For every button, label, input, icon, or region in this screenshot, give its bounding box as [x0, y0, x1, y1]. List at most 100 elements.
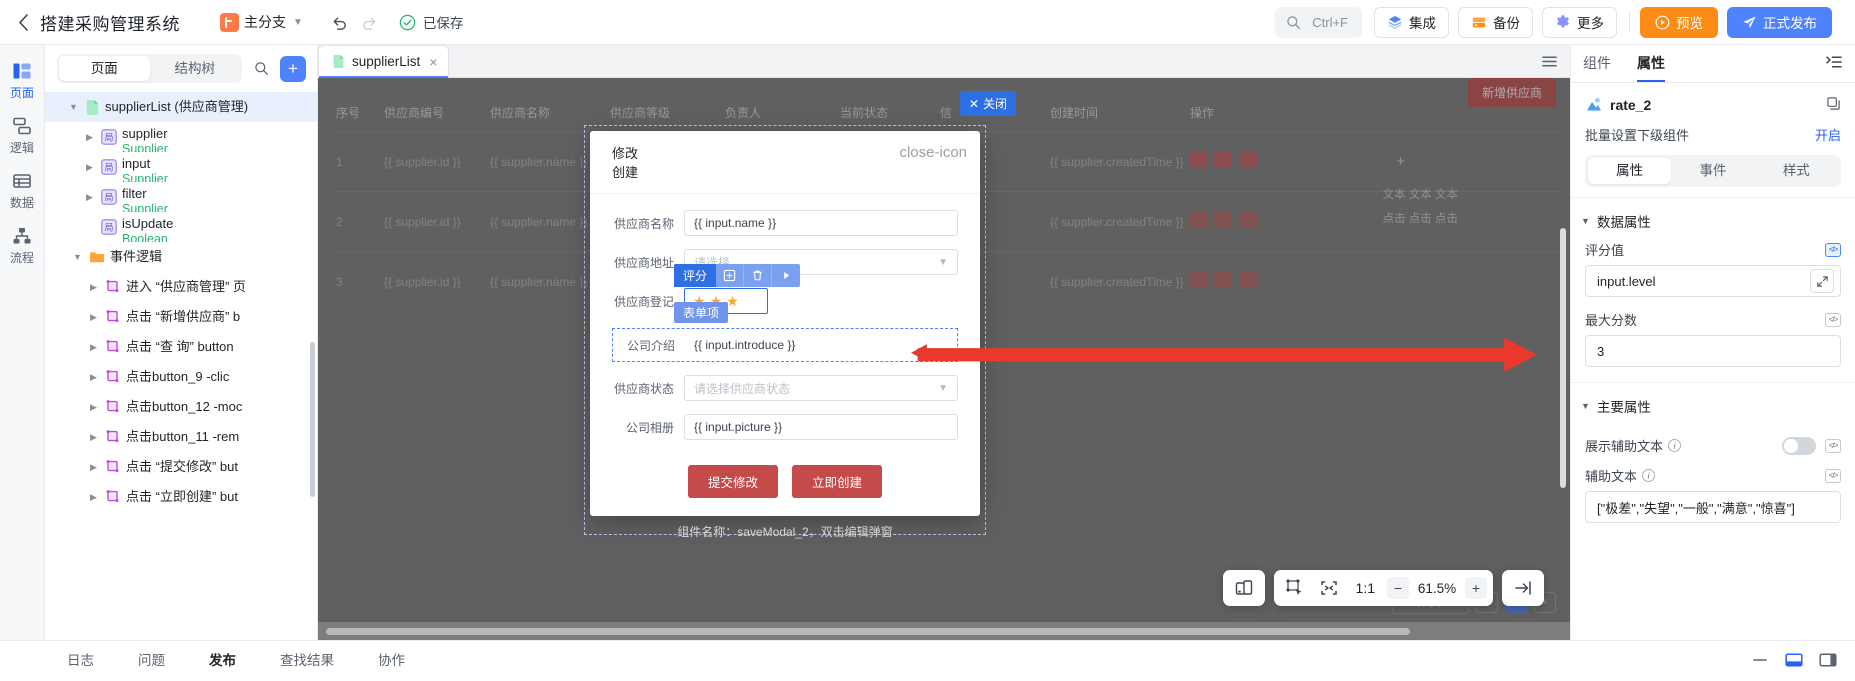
pointer-select-icon[interactable]: [1280, 573, 1310, 603]
more-button[interactable]: 更多: [1542, 6, 1617, 38]
tree-scrollbar[interactable]: [310, 342, 315, 497]
twisty-right-icon[interactable]: ▶: [87, 392, 100, 422]
tree-node-event-3[interactable]: ▶ 点击 “查 询” button: [45, 332, 317, 362]
twisty-right-icon[interactable]: ▶: [87, 482, 100, 512]
twisty-right-icon[interactable]: ▶: [87, 452, 100, 482]
submit-modify-button[interactable]: 提交修改: [687, 465, 778, 498]
rail-item-flow[interactable]: 流程: [0, 219, 45, 272]
tab-structure-tree[interactable]: 结构树: [150, 56, 241, 81]
fit-screen-icon[interactable]: [1314, 573, 1344, 603]
twisty-down-icon[interactable]: ▼: [67, 92, 80, 122]
integration-button[interactable]: 集成: [1374, 6, 1449, 38]
tree-node-event-8[interactable]: ▶ 点击 “立即创建” but: [45, 482, 317, 512]
copy-icon[interactable]: [716, 264, 745, 287]
minimize-icon[interactable]: [1751, 653, 1769, 670]
tree-node-event-1[interactable]: ▶ 进入 “供应商管理” 页: [45, 272, 317, 302]
add-page-button[interactable]: +: [280, 55, 306, 82]
bottom-tab-search-results[interactable]: 查找结果: [258, 641, 356, 681]
tree-node-input[interactable]: ▶ 局 input Supplier: [45, 152, 317, 182]
backup-button[interactable]: 备份: [1458, 6, 1533, 38]
company-album-input[interactable]: {{ input.picture }}: [684, 414, 958, 440]
preview-button[interactable]: 预览: [1640, 6, 1718, 38]
twisty-down-icon[interactable]: ▼: [71, 242, 84, 272]
twisty-right-icon[interactable]: ▶: [83, 122, 96, 152]
collapse-panel-icon[interactable]: [1825, 54, 1843, 73]
play-icon[interactable]: [772, 265, 800, 287]
subtab-events[interactable]: 事件: [1671, 158, 1754, 184]
rail-item-data[interactable]: 数据: [0, 164, 45, 217]
close-icon[interactable]: ×: [429, 54, 437, 70]
zoom-one-to-one-button[interactable]: 1:1: [1348, 580, 1383, 596]
twisty-right-icon[interactable]: ▶: [87, 362, 100, 392]
collapse-right-icon[interactable]: [1508, 573, 1538, 603]
modal-close-icon[interactable]: close-icon: [899, 144, 967, 161]
undo-button[interactable]: [325, 7, 355, 37]
max-score-input[interactable]: 3: [1585, 335, 1841, 367]
design-canvas[interactable]: 新增供应商 序号 供应商编号 供应商名称 供应商等级 负责人 当前状态 信 创建…: [318, 78, 1570, 640]
canvas-menu-button[interactable]: [1541, 53, 1570, 77]
info-icon[interactable]: i: [1668, 439, 1682, 452]
back-button[interactable]: [10, 9, 36, 35]
info-icon[interactable]: i: [1642, 469, 1656, 482]
publish-button[interactable]: 正式发布: [1727, 6, 1832, 38]
create-now-button[interactable]: 立即创建: [792, 465, 883, 498]
subtab-properties[interactable]: 属性: [1588, 158, 1672, 184]
supplier-name-input[interactable]: {{ input.name }}: [684, 210, 958, 236]
tree-node-event-4[interactable]: ▶ 点击button_9 -clic: [45, 362, 317, 392]
tree-node-event-6[interactable]: ▶ 点击button_11 -rem: [45, 422, 317, 452]
rate-value-input[interactable]: input.level: [1585, 265, 1841, 297]
code-toggle-icon[interactable]: </>: [1825, 438, 1841, 453]
trash-icon[interactable]: [744, 264, 773, 287]
tab-properties[interactable]: 属性: [1637, 45, 1665, 82]
company-intro-input[interactable]: {{ input.introduce }}: [685, 332, 957, 358]
code-toggle-icon[interactable]: </>: [1825, 312, 1841, 327]
tree-node-supplierlist[interactable]: ▼ supplierList (供应商管理): [45, 92, 317, 122]
section-main-properties[interactable]: ▼ 主要属性: [1571, 383, 1855, 425]
code-toggle-icon[interactable]: </>: [1825, 468, 1841, 483]
supplier-status-select[interactable]: 请选择供应商状态 ▼: [684, 375, 958, 401]
tree-search-button[interactable]: [248, 56, 274, 82]
tab-pages[interactable]: 页面: [59, 56, 150, 81]
device-preview-button[interactable]: [1222, 570, 1265, 606]
twisty-right-icon[interactable]: ▶: [87, 422, 100, 452]
rail-item-logic[interactable]: 逻辑: [0, 109, 45, 162]
canvas-vertical-scrollbar[interactable]: [1560, 228, 1566, 488]
twisty-right-icon[interactable]: ▶: [83, 182, 96, 212]
copy-icon[interactable]: [1826, 96, 1841, 114]
bottom-tab-issues[interactable]: 问题: [116, 641, 187, 681]
tree-node-event-logic[interactable]: ▼ 事件逻辑: [45, 242, 317, 272]
redo-button[interactable]: [355, 7, 385, 37]
expand-editor-icon[interactable]: [1810, 269, 1834, 293]
twisty-right-icon[interactable]: ▶: [87, 302, 100, 332]
bottom-tab-collaboration[interactable]: 协作: [356, 641, 427, 681]
code-toggle-icon[interactable]: </>: [1825, 242, 1841, 257]
tree-node-filter[interactable]: ▶ 局 filter Supplier: [45, 182, 317, 212]
search-button[interactable]: Ctrl+F: [1275, 6, 1362, 38]
zoom-in-button[interactable]: +: [1465, 577, 1487, 599]
device-icon[interactable]: [1229, 573, 1259, 603]
tree-node-event-7[interactable]: ▶ 点击 “提交修改” but: [45, 452, 317, 482]
branch-selector[interactable]: 主分支 ▼: [220, 12, 303, 32]
tree-node-isupdate[interactable]: ▶ 局 isUpdate Boolean: [45, 212, 317, 242]
section-data-properties[interactable]: ▼ 数据属性: [1571, 198, 1855, 240]
twisty-right-icon[interactable]: ▶: [87, 332, 100, 362]
tree-node-supplier[interactable]: ▶ 局 supplier Supplier: [45, 122, 317, 152]
tab-components[interactable]: 组件: [1583, 45, 1611, 82]
canvas-horizontal-scrollbar[interactable]: [326, 628, 1410, 635]
show-helper-text-toggle[interactable]: [1782, 436, 1816, 455]
panel-toggle-button[interactable]: [1502, 570, 1544, 606]
bottom-tab-publish[interactable]: 发布: [187, 641, 258, 681]
canvas-tab-supplierlist[interactable]: supplierList ×: [318, 45, 450, 78]
dock-bottom-icon[interactable]: [1785, 652, 1803, 670]
tree-node-event-2[interactable]: ▶ 点击 “新增供应商” b: [45, 302, 317, 332]
rail-item-pages[interactable]: 页面: [0, 54, 45, 107]
helper-text-input[interactable]: ["极差","失望","一般","满意","惊喜"]: [1585, 491, 1841, 523]
modal-close-tag-button[interactable]: ✕ 关闭: [959, 91, 1016, 116]
zoom-out-button[interactable]: −: [1387, 577, 1409, 599]
twisty-right-icon[interactable]: ▶: [87, 272, 100, 302]
dock-right-icon[interactable]: [1819, 652, 1837, 670]
twisty-right-icon[interactable]: ▶: [83, 152, 96, 182]
batch-setting-enable-link[interactable]: 开启: [1815, 125, 1841, 144]
bottom-tab-log[interactable]: 日志: [45, 641, 116, 681]
subtab-styles[interactable]: 样式: [1755, 158, 1838, 184]
